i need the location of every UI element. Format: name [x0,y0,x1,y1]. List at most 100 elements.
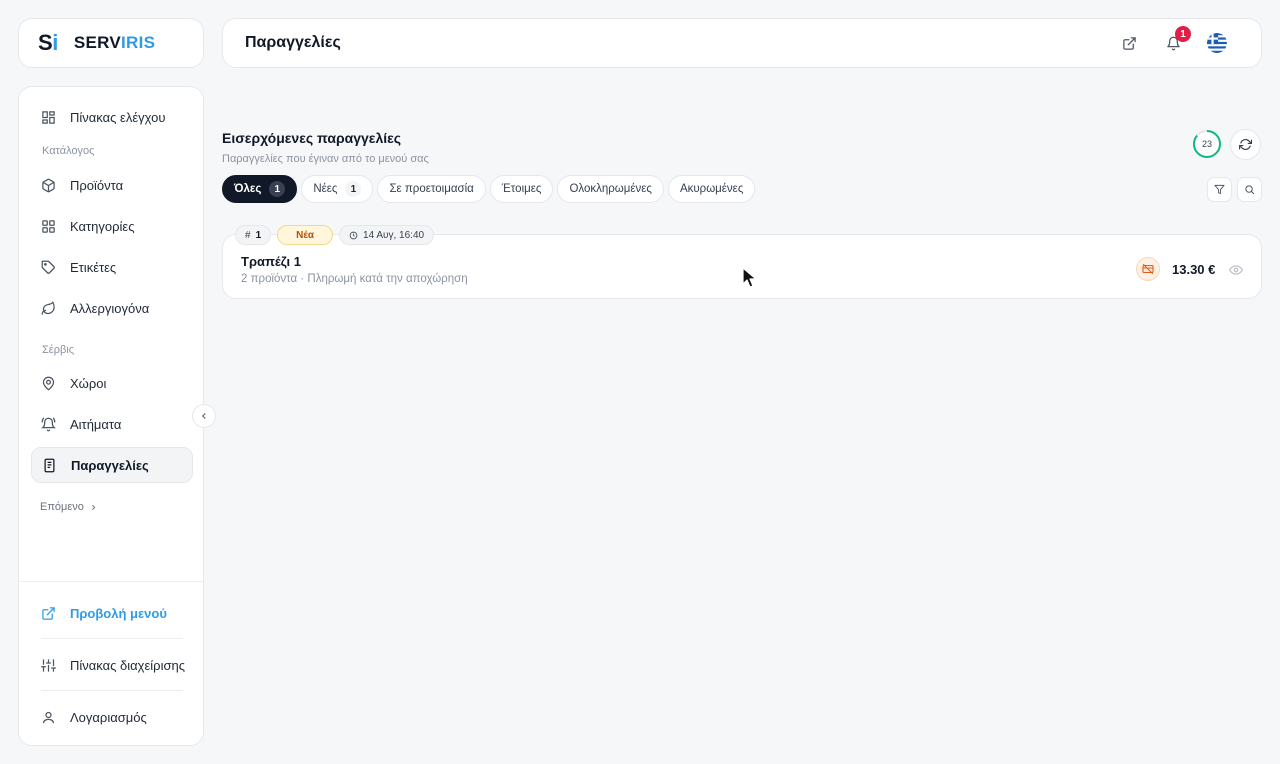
tab-cancelled[interactable]: Ακυρωμένες [667,175,756,203]
page-title: Παραγγελίες [245,34,341,51]
cursor-icon [742,267,757,288]
tab-completed[interactable]: Ολοκληρωμένες [557,175,664,203]
tab-label: Όλες [234,183,262,195]
brand-logo[interactable]: Si SERVIRIS [18,18,204,68]
tag-icon [41,260,55,274]
bell-ring-icon [41,417,56,431]
auto-refresh-timer: 23 [1192,129,1222,159]
sidebar-item-tags[interactable]: Ετικέτες [31,249,193,285]
clock-icon [349,231,358,239]
order-status-badge: Νέα [277,225,334,245]
view-order-button[interactable] [1228,263,1244,282]
tab-ready[interactable]: Έτοιμες [489,175,554,203]
order-price: 13.30 € [1172,262,1216,277]
card-off-icon [1142,263,1154,275]
top-header: Παραγγελίες 1 [222,18,1262,68]
refresh-icon [1239,139,1252,150]
sidebar-item-admin-panel[interactable]: Πίνακας διαχείρισης [31,647,193,683]
sidebar-item-label: Κατηγορίες [70,218,135,234]
order-number-pill: # 1 [235,225,272,245]
external-link-icon [1122,36,1136,50]
language-button[interactable] [1195,23,1239,63]
external-link-button[interactable] [1107,23,1151,63]
receipt-icon [44,458,55,472]
section-label-service: Σέρβις [42,344,75,356]
tab-count: 1 [345,181,362,197]
external-link-icon [42,606,55,620]
sidebar-item-products[interactable]: Προϊόντα [31,167,193,203]
logo-text-serv: SERV [73,33,121,52]
order-subtitle: 2 προϊόντα · Πληρωμή κατά την αποχώρηση [241,273,468,285]
sidebar-item-categories[interactable]: Κατηγορίες [31,208,193,244]
notifications-button[interactable]: 1 [1151,23,1195,63]
sidebar-item-label: Ετικέτες [70,259,117,275]
grid-icon [42,219,55,233]
order-time: 14 Αυγ, 16:40 [363,229,425,241]
sidebar-item-label: Χώροι [70,375,107,391]
logo-mark: Si [38,30,58,56]
sidebar-divider [19,581,203,582]
tab-label: Έτοιμες [501,183,542,195]
user-icon [42,711,55,723]
sidebar-item-label: Λογαριασμός [70,709,147,725]
tab-label: Νέες [313,183,338,195]
notifications-badge: 1 [1175,26,1191,42]
sidebar-item-label: Προβολή μενού [70,605,167,621]
greek-flag-icon [1207,33,1227,53]
section-label-catalog: Κατάλογος [42,145,95,157]
order-title: Τραπέζι 1 [241,254,301,269]
sidebar-divider [41,638,183,639]
sidebar-item-requests[interactable]: Αιτήματα [31,406,193,442]
orders-subheading: Παραγγελίες που έγιναν από το μενού σας [222,153,429,165]
tab-count: 1 [269,181,286,197]
orders-heading-block: Εισερχόμενες παραγγελίες Παραγγελίες που… [222,130,429,165]
unpaid-status-icon [1136,257,1160,281]
tab-label: Ακυρωμένες [679,183,744,195]
mouse-cursor [742,267,758,294]
chevron-right-icon [91,504,96,510]
next-link-label: Επόμενο [40,501,84,513]
filter-button[interactable] [1207,177,1232,202]
search-button[interactable] [1237,177,1262,202]
sidebar-item-spaces[interactable]: Χώροι [31,365,193,401]
sidebar-item-label: Αιτήματα [70,416,122,432]
filter-icon [1214,184,1225,195]
sidebar-item-label: Προϊόντα [70,177,124,193]
order-hash: # [245,229,251,241]
map-pin-icon [42,376,55,391]
sidebar-item-orders[interactable]: Παραγγελίες [31,447,193,483]
sidebar-collapse-button[interactable] [192,404,216,428]
tab-all[interactable]: Όλες 1 [222,175,298,203]
sidebar: Πίνακας ελέγχου Κατάλογος Προϊόντα Κατηγ… [18,86,204,746]
order-number: 1 [255,229,262,241]
timer-value: 23 [1201,139,1212,149]
orders-heading: Εισερχόμενες παραγγελίες [222,130,402,146]
sidebar-divider [41,690,183,691]
dashboard-icon [42,110,55,124]
logo-mark-i: i [52,30,58,55]
sidebar-item-label: Παραγγελίες [71,457,149,473]
refresh-button[interactable] [1230,129,1261,160]
package-icon [42,178,55,192]
tab-label: Ολοκληρωμένες [569,183,652,195]
sidebar-item-label: Αλλεργιογόνα [70,300,150,316]
logo-text: SERVIRIS [74,33,155,53]
chevron-left-icon [202,413,206,419]
tab-new[interactable]: Νέες 1 [301,175,374,203]
order-meta: # 1 Νέα 14 Αυγ, 16:40 [235,225,435,245]
leaf-icon [41,300,55,315]
sidebar-item-view-menu[interactable]: Προβολή μενού [31,595,193,631]
sidebar-item-label: Πίνακας διαχείρισης [70,657,185,673]
sidebar-item-account[interactable]: Λογαριασμός [31,699,193,735]
eye-icon [1228,265,1244,275]
sidebar-item-dashboard[interactable]: Πίνακας ελέγχου [31,99,193,135]
search-icon [1245,185,1255,195]
sliders-icon [41,658,56,672]
status-tabs: Όλες 1 Νέες 1 Σε προετοιμασία Έτοιμες Ολ… [222,175,756,203]
sidebar-item-allergens[interactable]: Αλλεργιογόνα [31,290,193,326]
tab-in-preparation[interactable]: Σε προετοιμασία [377,175,486,203]
logo-text-iris: IRIS [121,33,156,52]
order-time-pill: 14 Αυγ, 16:40 [339,225,435,245]
sidebar-next-link[interactable]: Επόμενο [40,501,98,513]
sidebar-item-label: Πίνακας ελέγχου [70,109,166,125]
